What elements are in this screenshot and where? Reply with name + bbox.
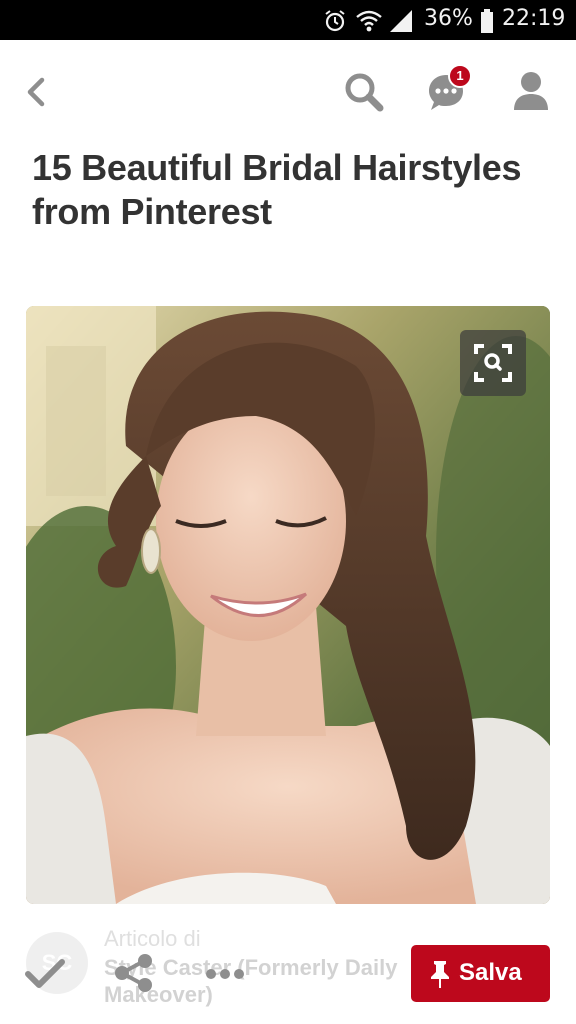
pin-icon [431,961,449,988]
visual-search-icon[interactable] [460,330,526,396]
profile-icon[interactable] [512,70,550,112]
save-button[interactable]: Salva [411,945,550,1002]
clock: 22:19 [502,6,566,31]
save-label: Salva [459,959,522,986]
more-icon[interactable] [204,964,246,984]
share-icon[interactable] [112,952,156,994]
wifi-icon [356,10,382,32]
alarm-icon [325,10,345,32]
battery-icon [481,9,493,33]
pin-title: 15 Beautiful Bridal Hairstyles from Pint… [32,147,522,232]
signal-icon [390,10,412,32]
status-bar: 36% 22:19 [0,0,576,40]
attribution-label: Articolo di [104,926,201,951]
back-arrow-icon[interactable] [22,76,50,108]
check-icon[interactable] [24,956,66,992]
app-header [0,40,576,144]
search-icon[interactable] [343,71,385,113]
battery-percentage: 36% [424,6,473,31]
notification-badge: 1 [448,64,472,88]
